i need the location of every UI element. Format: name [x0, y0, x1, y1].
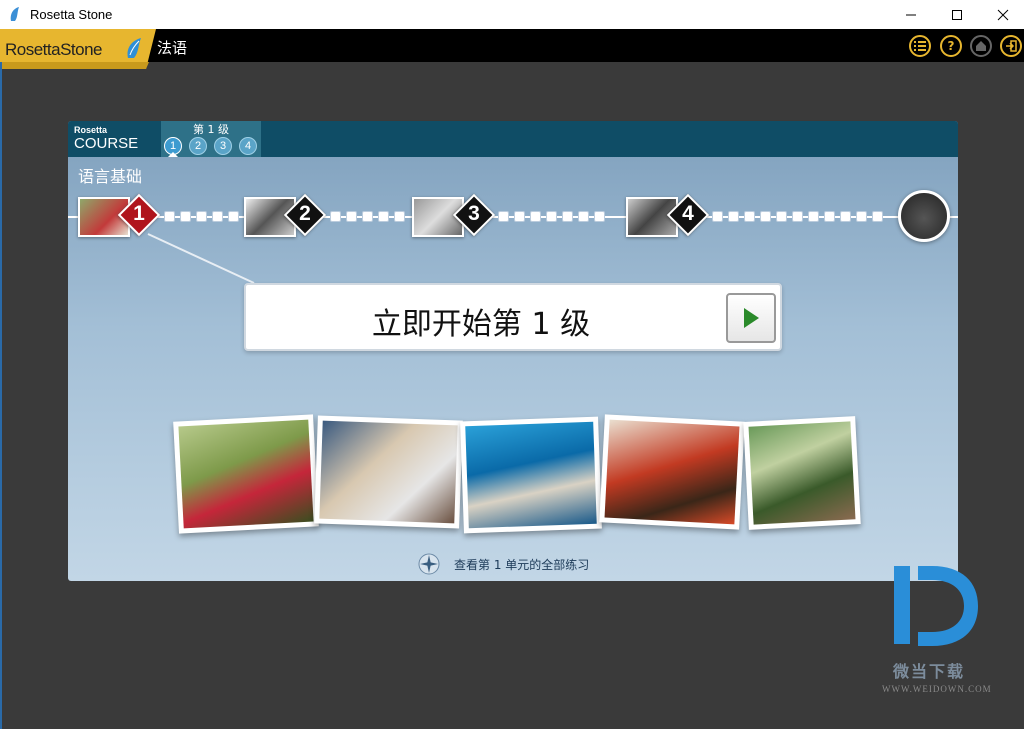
exit-button[interactable] [1000, 35, 1022, 57]
rosetta-course-logo: Rosetta COURSE [74, 126, 138, 153]
activity-marker[interactable] [330, 211, 341, 222]
photo-child-on-grass [173, 414, 319, 534]
play-icon [744, 308, 759, 328]
help-icon: ? [947, 39, 955, 53]
activity-marker[interactable] [728, 211, 739, 222]
unit-3-number: 3 [468, 202, 480, 225]
photo-newspaper-readers [314, 415, 463, 529]
level-title: 第 1 级 [193, 123, 229, 136]
menu-button[interactable] [909, 35, 931, 57]
activity-marker[interactable] [578, 211, 589, 222]
activity-marker[interactable] [164, 211, 175, 222]
course-logo-big: COURSE [74, 135, 139, 152]
unit-2-number: 2 [299, 202, 311, 225]
activity-marker[interactable] [212, 211, 223, 222]
rosetta-stone-logo[interactable]: RosettaStone [5, 40, 103, 60]
activity-marker[interactable] [530, 211, 541, 222]
activity-marker[interactable] [346, 211, 357, 222]
activity-marker[interactable] [562, 211, 573, 222]
activity-marker[interactable] [394, 211, 405, 222]
review-unit-link[interactable]: 查看第 1 单元的全部练习 [454, 556, 589, 573]
level-2-button[interactable]: 2 [189, 137, 207, 155]
activity-marker[interactable] [872, 211, 883, 222]
activity-marker[interactable] [378, 211, 389, 222]
activity-marker[interactable] [776, 211, 787, 222]
app-toolbar: RosettaStone 法语 ? [0, 29, 1024, 69]
language-label: 法语 [157, 39, 188, 57]
rosetta-stone-app-icon [10, 7, 19, 21]
level-4-button[interactable]: 4 [239, 137, 257, 155]
unit-4-number: 4 [682, 202, 694, 225]
course-header: Rosetta COURSE 第 1 级 1 2 3 4 [68, 121, 958, 157]
activity-marker[interactable] [362, 211, 373, 222]
level-selector: 第 1 级 1 2 3 4 [161, 121, 261, 157]
window-title: Rosetta Stone [30, 7, 113, 22]
activity-marker[interactable] [514, 211, 525, 222]
activity-marker[interactable] [840, 211, 851, 222]
maximize-icon [952, 9, 962, 20]
activity-marker[interactable] [792, 211, 803, 222]
activity-marker[interactable] [196, 211, 207, 222]
home-button[interactable] [970, 35, 992, 57]
unit-1-number: 1 [133, 202, 145, 225]
rosetta-leaf-icon [127, 38, 141, 58]
minimize-button[interactable] [888, 0, 934, 29]
start-level-label: 立即开始第 1 级 [371, 307, 591, 342]
window-titlebar: Rosetta Stone [0, 0, 1024, 29]
start-level-button[interactable] [726, 293, 776, 343]
photo-picnic-cup [743, 416, 861, 530]
activity-marker[interactable] [808, 211, 819, 222]
photo-underwater-diver [460, 416, 602, 534]
course-panel: Rosetta COURSE 第 1 级 1 2 3 4 语言基础 1 2 3 … [68, 121, 958, 581]
close-button[interactable] [980, 0, 1024, 29]
exit-icon [1006, 40, 1017, 52]
watermark-url: WWW.WEIDOWN.COM [882, 684, 992, 694]
activity-marker[interactable] [760, 211, 771, 222]
window-border [0, 62, 2, 729]
activity-marker[interactable] [594, 211, 605, 222]
close-icon [997, 9, 1009, 20]
active-level-pointer [168, 152, 178, 157]
compass-icon[interactable] [418, 553, 440, 575]
activity-marker[interactable] [180, 211, 191, 222]
course-logo-small: Rosetta [74, 125, 108, 135]
minimize-icon [906, 14, 916, 15]
maximize-button[interactable] [934, 0, 980, 29]
activity-marker[interactable] [712, 211, 723, 222]
activity-marker[interactable] [228, 211, 239, 222]
level-3-button[interactable]: 3 [214, 137, 232, 155]
start-level-panel[interactable]: 立即开始第 1 级 [244, 283, 782, 351]
activity-marker[interactable] [856, 211, 867, 222]
photo-soccer-team [599, 414, 745, 530]
help-button[interactable]: ? [940, 35, 962, 57]
activity-marker[interactable] [498, 211, 509, 222]
section-title: 语言基础 [78, 167, 143, 186]
home-icon [976, 41, 986, 51]
activity-marker[interactable] [824, 211, 835, 222]
activity-marker[interactable] [744, 211, 755, 222]
activity-marker[interactable] [546, 211, 557, 222]
level-milestone-thumbnail[interactable] [898, 190, 950, 242]
menu-icon [914, 41, 926, 51]
watermark-text: 微当下载 [893, 662, 966, 681]
